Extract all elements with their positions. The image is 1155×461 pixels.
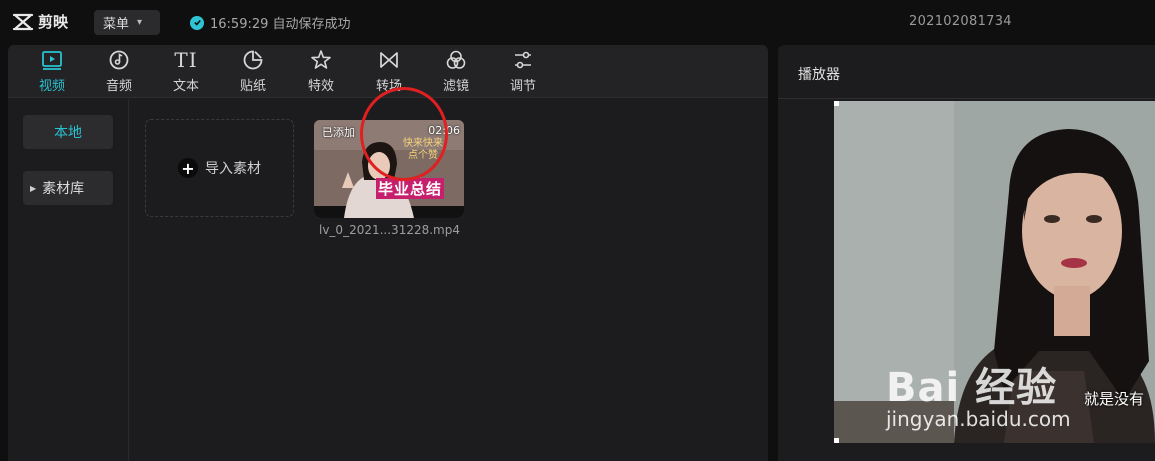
- menu-label: 菜单: [103, 17, 130, 32]
- star-icon: [311, 50, 331, 69]
- tab-sticker[interactable]: 贴纸: [228, 49, 278, 94]
- project-name: 202102081734: [909, 14, 1012, 29]
- sliders-icon: [515, 51, 531, 69]
- tab-audio-label: 音频: [105, 79, 132, 94]
- autosave-text: 16:59:29 自动保存成功: [210, 17, 351, 32]
- text-icon: TI: [174, 48, 198, 72]
- watermark-url: jingyan.baidu.com: [886, 407, 1071, 431]
- sidebar-item-label: 素材库: [42, 181, 85, 197]
- app-name: 剪映: [38, 13, 69, 31]
- added-badge: 已添加: [322, 126, 355, 139]
- tab-text-label: 文本: [172, 79, 199, 94]
- video-icon: [42, 51, 62, 70]
- sidebar-item-library[interactable]: ▶ 素材库: [23, 171, 113, 205]
- media-panel: 视频 音频 TI 文本 贴纸 特效 转场 滤镜 调节 本地 ▶ 素材库 + 导入…: [8, 45, 768, 461]
- plus-icon: +: [178, 158, 198, 178]
- tab-effects-label: 特效: [307, 79, 334, 94]
- tab-sticker-label: 贴纸: [239, 79, 266, 94]
- video-subtitle: 就是没有: [1084, 390, 1145, 408]
- transition-bowtie-icon: [380, 52, 398, 68]
- music-icon: [109, 50, 129, 70]
- divider: [778, 98, 1155, 99]
- highlight-circle: [360, 87, 448, 181]
- player-panel: 播放器 Bai 经验 jingyan.baidu.com 就是没有: [778, 45, 1155, 461]
- tab-filter-label: 滤镜: [442, 79, 469, 94]
- baidu-watermark: Bai 经验: [886, 365, 1058, 411]
- media-sidebar: 本地 ▶ 素材库: [8, 99, 129, 461]
- chevron-down-icon: ▾: [137, 17, 143, 28]
- tab-video[interactable]: 视频: [27, 49, 77, 94]
- crop-handle[interactable]: [834, 101, 839, 106]
- sidebar-item-label: 本地: [54, 125, 82, 141]
- clip-file-name: lv_0_2021...31228.mp4: [319, 223, 460, 237]
- tab-filter[interactable]: 滤镜: [431, 49, 481, 94]
- capcut-logo-icon: [12, 13, 34, 30]
- tab-effects[interactable]: 特效: [296, 49, 346, 94]
- menu-button[interactable]: 菜单 ▾: [94, 10, 160, 35]
- import-media-button[interactable]: + 导入素材: [145, 119, 294, 217]
- import-label: 导入素材: [205, 161, 261, 177]
- check-circle-icon: [190, 15, 204, 30]
- tab-adjust-label: 调节: [509, 79, 536, 94]
- sidebar-item-local[interactable]: 本地: [23, 115, 113, 149]
- tab-text[interactable]: TI 文本: [161, 49, 211, 94]
- filter-icon: [446, 50, 466, 69]
- video-preview[interactable]: Bai 经验 jingyan.baidu.com 就是没有: [834, 101, 1155, 443]
- tab-adjust[interactable]: 调节: [498, 49, 548, 94]
- clip-overlay-title: 毕业总结: [376, 178, 445, 199]
- sticker-icon: [243, 50, 263, 70]
- top-bar: 剪映 菜单 ▾ 16:59:29 自动保存成功 202102081734: [0, 0, 1155, 44]
- caret-right-icon: ▶: [30, 183, 37, 193]
- tab-video-label: 视频: [38, 79, 65, 94]
- player-title: 播放器: [798, 67, 840, 83]
- crop-handle[interactable]: [834, 438, 839, 443]
- tab-audio[interactable]: 音频: [94, 49, 144, 94]
- autosave-status: 16:59:29 自动保存成功: [190, 13, 351, 32]
- app-logo: 剪映: [12, 11, 68, 32]
